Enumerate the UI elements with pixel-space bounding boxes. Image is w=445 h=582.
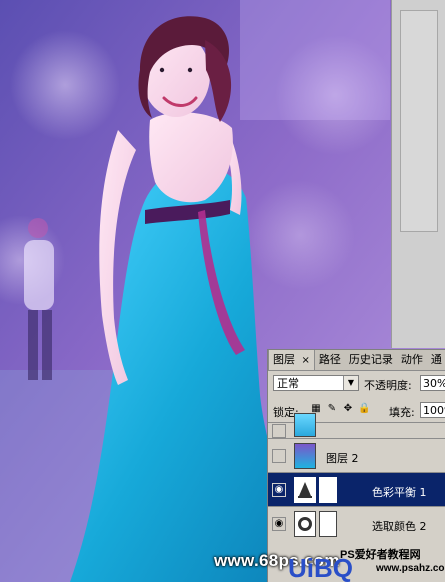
layer-row[interactable]: ◉ 选取颜色 2	[268, 506, 445, 540]
adjustment-thumbnail	[294, 511, 316, 537]
eye-icon[interactable]: ◉	[272, 517, 286, 531]
selective-color-icon	[298, 517, 312, 531]
opacity-field[interactable]: 30%	[420, 375, 445, 391]
fill-label: 填充:	[389, 406, 415, 419]
layer-name: 选取颜色 2	[372, 520, 427, 533]
lock-position-icon[interactable]: ✥	[342, 403, 354, 415]
tab-actions[interactable]: 动作	[397, 350, 427, 370]
watermark-subtitle: PS爱好者教程网	[340, 549, 421, 561]
layer-name: 色彩平衡 1	[372, 486, 427, 499]
watermark-site: www.psahz.com	[376, 563, 445, 574]
layer-row[interactable]: 图层 2	[268, 438, 445, 472]
tab-channels-label: 通	[430, 353, 442, 366]
scrollbar-thumb[interactable]	[400, 10, 438, 232]
close-icon[interactable]: ×	[302, 355, 310, 366]
tab-layers[interactable]: 图层 ×	[268, 350, 315, 370]
blend-mode-select[interactable]: 正常 ▼	[273, 375, 359, 391]
layers-panel-tabs: 图层 × 路径 历史记录 动作 通	[268, 350, 445, 371]
fill-field[interactable]: 100%	[420, 402, 445, 418]
tab-paths-label: 路径	[318, 353, 341, 366]
layer-row-partial[interactable]	[268, 413, 445, 438]
lock-all-icon[interactable]: 🔒	[358, 403, 370, 415]
eye-icon[interactable]: ◉	[272, 483, 286, 497]
adjustment-thumbnail	[294, 477, 316, 503]
right-scroll-strip[interactable]	[391, 0, 445, 348]
tab-actions-label: 动作	[400, 353, 423, 366]
layer-thumbnail	[294, 413, 316, 437]
tab-history[interactable]: 历史记录	[345, 350, 397, 370]
lock-image-pixels-icon[interactable]: ✎	[326, 403, 338, 415]
chevron-down-icon[interactable]: ▼	[343, 376, 358, 390]
watermark-logo: UiBQ PS爱好者教程网 www.psahz.com	[288, 545, 445, 582]
balance-icon	[298, 482, 312, 498]
layer-thumbnail	[294, 443, 316, 469]
visibility-toggle[interactable]	[272, 449, 286, 463]
tab-channels[interactable]: 通	[427, 350, 445, 370]
blend-mode-value: 正常	[277, 377, 299, 390]
layer-row-selected[interactable]: ◉ 色彩平衡 1	[268, 472, 445, 506]
screenshot-canvas: 图层 × 路径 历史记录 动作 通 正常 ▼ 不透明度: 30% 锁定: ▦	[0, 0, 445, 582]
tab-paths[interactable]: 路径	[315, 350, 345, 370]
tab-layers-label: 图层	[273, 353, 295, 366]
layer-mask-thumbnail	[319, 477, 337, 503]
tab-history-label: 历史记录	[348, 353, 393, 366]
layer-mask-thumbnail	[319, 511, 337, 537]
visibility-toggle[interactable]	[272, 424, 286, 438]
lock-icons: ▦ ✎ ✥ 🔒	[310, 403, 370, 415]
opacity-label: 不透明度:	[364, 379, 412, 392]
layer-name: 图层 2	[326, 452, 359, 465]
